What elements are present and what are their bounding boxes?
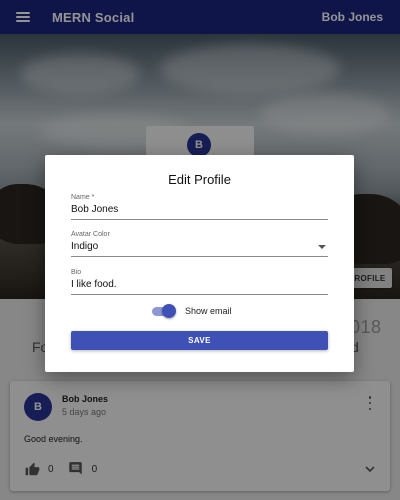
- bio-input[interactable]: I like food.: [71, 279, 328, 295]
- avatar-color-select[interactable]: Indigo: [71, 241, 328, 257]
- name-input[interactable]: Bob Jones: [71, 204, 328, 220]
- toggle-switch[interactable]: [152, 304, 176, 318]
- name-field[interactable]: Name * Bob Jones: [71, 194, 328, 220]
- dropdown-arrow-icon[interactable]: [318, 245, 326, 249]
- avatar-color-label: Avatar Color: [71, 231, 110, 238]
- show-email-label: Show email: [185, 306, 232, 316]
- bio-label: Bio: [71, 269, 82, 276]
- edit-profile-dialog: Edit Profile Name * Bob Jones Avatar Col…: [45, 155, 354, 372]
- dialog-title: Edit Profile: [168, 172, 231, 187]
- name-label: Name *: [71, 194, 95, 201]
- bio-field[interactable]: Bio I like food.: [71, 269, 328, 295]
- avatar-color-field[interactable]: Avatar Color Indigo: [71, 231, 328, 257]
- save-button[interactable]: SAVE: [71, 331, 328, 350]
- avatar-color-value: Indigo: [71, 241, 99, 252]
- toggle-thumb[interactable]: [162, 304, 176, 318]
- show-email-toggle[interactable]: Show email: [152, 304, 232, 318]
